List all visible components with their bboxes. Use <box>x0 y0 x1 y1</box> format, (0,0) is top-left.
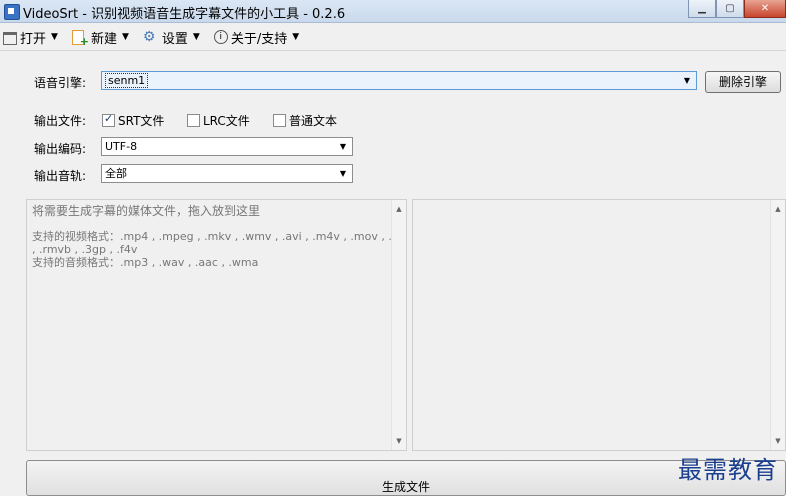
file-drop-area[interactable]: 将需要生成字幕的媒体文件，拖入放到这里 支持的视频格式：.mp4 , .mpeg… <box>26 199 407 451</box>
engine-select[interactable]: senm1 ▼ <box>101 71 697 90</box>
video-formats-text: 支持的视频格式：.mp4 , .mpeg , .mkv , .wmv , .av… <box>32 230 406 243</box>
generate-button[interactable]: 生成文件 <box>26 460 786 496</box>
video-formats-text-cont: , .rmvb , .3gp , .f4v <box>32 243 138 256</box>
dropdown-arrow-icon: ▼ <box>339 142 347 151</box>
watermark: 最需教育 <box>678 456 778 484</box>
checkbox-unchecked-icon <box>187 114 200 127</box>
scroll-down-icon[interactable]: ▼ <box>392 434 406 448</box>
caret-down-icon: ▼ <box>121 32 129 42</box>
srt-checkbox-label: SRT文件 <box>118 114 165 128</box>
audio-track-value: 全部 <box>105 167 127 180</box>
menu-new-label: 新建 <box>90 31 117 47</box>
lrc-checkbox[interactable]: LRC文件 <box>187 112 250 129</box>
checkbox-checked-icon <box>102 112 115 127</box>
scroll-up-icon[interactable]: ▲ <box>771 202 785 216</box>
dropdown-arrow-icon: ▼ <box>339 169 347 178</box>
drop-hint: 将需要生成字幕的媒体文件，拖入放到这里 <box>32 204 261 218</box>
menu-settings[interactable]: ⚙ 设置 ▼ <box>140 26 203 49</box>
audio-formats-text: 支持的音频格式：.mp3 , .wav , .aac , .wma <box>32 256 259 269</box>
menu-open[interactable]: 打开 ▼ <box>0 26 61 49</box>
window-controls: ▁ ▢ ✕ <box>688 0 786 18</box>
dropdown-arrow-icon: ▼ <box>683 76 691 85</box>
encoding-value: UTF-8 <box>105 140 138 153</box>
plaintext-checkbox-label: 普通文本 <box>289 114 338 128</box>
output-label: 输出文件: <box>34 114 87 128</box>
info-icon: i <box>213 30 228 44</box>
menu-new[interactable]: 新建 ▼ <box>69 26 132 49</box>
lrc-checkbox-label: LRC文件 <box>203 114 250 128</box>
folder-icon <box>3 31 17 45</box>
scroll-up-icon[interactable]: ▲ <box>392 202 406 216</box>
delete-engine-button[interactable]: 删除引擎 <box>705 71 781 93</box>
caret-down-icon: ▼ <box>51 32 58 42</box>
app-icon <box>4 4 20 20</box>
menu-bar: 打开 ▼ 新建 ▼ ⚙ 设置 ▼ i 关于/支持 ▼ <box>0 25 310 49</box>
caret-down-icon: ▼ <box>292 32 300 42</box>
audio-track-select[interactable]: 全部 ▼ <box>101 164 353 183</box>
generate-button-label: 生成文件 <box>381 480 430 494</box>
window-title: VideoSrt - 识别视频语音生成字幕文件的小工具 - 0.2.6 <box>23 7 346 22</box>
minimize-icon[interactable]: ▁ <box>688 0 716 18</box>
scroll-down-icon[interactable]: ▼ <box>771 434 785 448</box>
srt-checkbox[interactable]: SRT文件 <box>102 112 164 129</box>
engine-label: 语音引擎: <box>34 76 87 90</box>
engine-value: senm1 <box>105 73 149 88</box>
menu-open-label: 打开 <box>20 31 47 47</box>
new-file-icon <box>71 29 89 48</box>
menu-settings-label: 设置 <box>161 31 188 47</box>
log-area[interactable]: ▲ ▼ <box>412 199 786 451</box>
checkbox-unchecked-icon <box>273 114 286 127</box>
title-bar: VideoSrt - 识别视频语音生成字幕文件的小工具 - 0.2.6 ▁ ▢ … <box>0 0 786 23</box>
drop-area-scrollbar[interactable]: ▲ ▼ <box>391 200 406 450</box>
menu-divider <box>0 50 786 51</box>
log-area-scrollbar[interactable]: ▲ ▼ <box>770 200 785 450</box>
gear-icon: ⚙ <box>142 29 156 45</box>
maximize-icon[interactable]: ▢ <box>716 0 744 18</box>
menu-about-label: 关于/支持 <box>230 31 288 47</box>
plaintext-checkbox[interactable]: 普通文本 <box>273 112 337 129</box>
menu-about[interactable]: i 关于/支持 ▼ <box>211 26 302 49</box>
encoding-label: 输出编码: <box>34 142 87 156</box>
encoding-select[interactable]: UTF-8 ▼ <box>101 137 353 156</box>
close-icon[interactable]: ✕ <box>744 0 786 18</box>
caret-down-icon: ▼ <box>192 32 200 42</box>
audio-track-label: 输出音轨: <box>34 169 87 183</box>
